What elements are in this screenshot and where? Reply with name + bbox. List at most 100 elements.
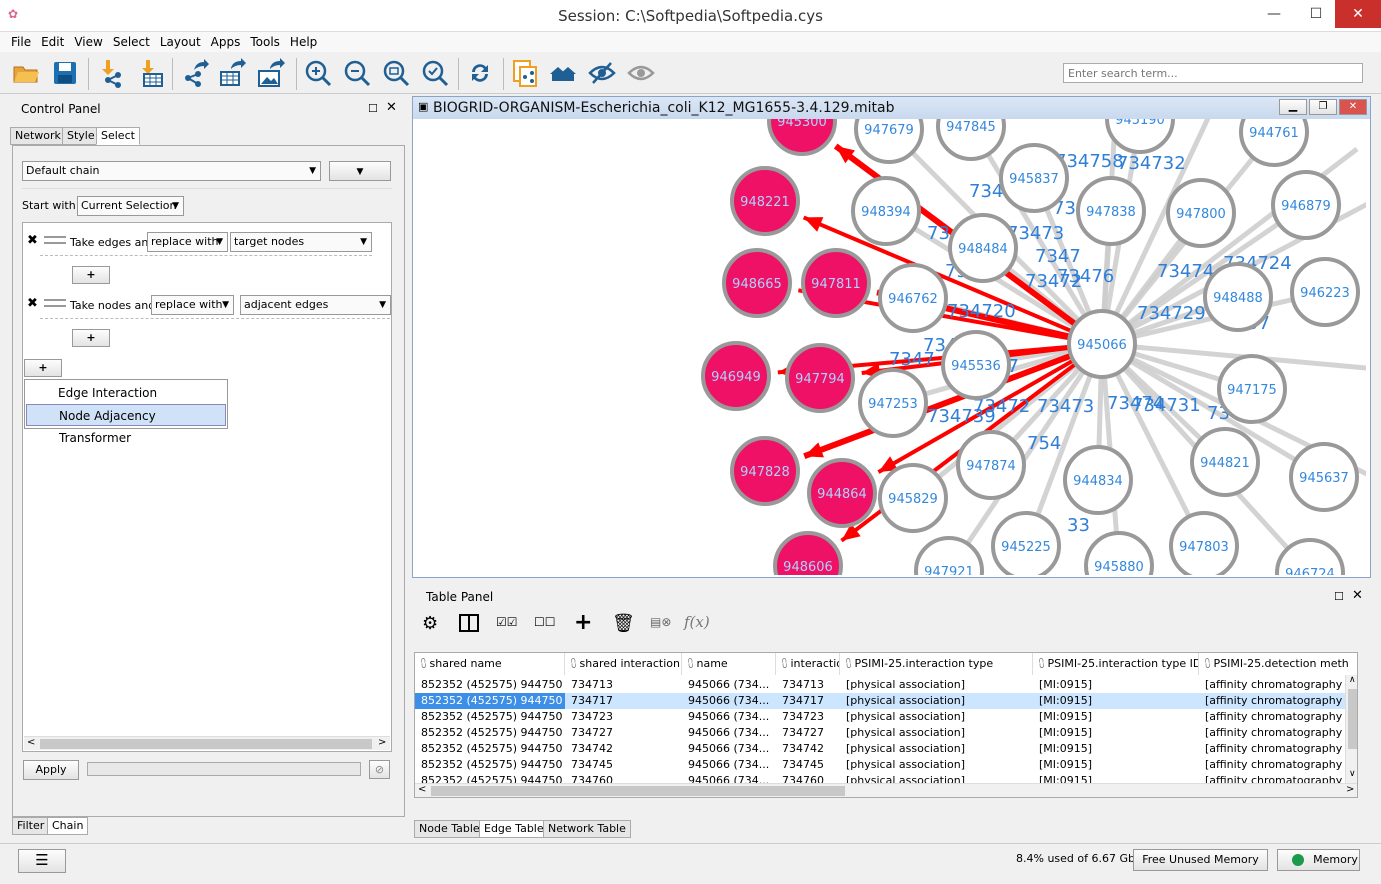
link-table-icon[interactable]: ▤⊗ <box>650 615 671 629</box>
table-row[interactable]: 852352 (452575) 944750 734742 945066 (734.… <box>415 741 1357 757</box>
table-cell[interactable]: [affinity chromatography techn <box>1199 693 1357 709</box>
menu-select[interactable]: Select <box>108 33 155 51</box>
scrollbar-thumb[interactable] <box>1348 689 1357 749</box>
network-graph[interactable]: 7347587347327347734734734737347734773476… <box>417 119 1366 575</box>
step2-target-select[interactable]: adjacent edges ▼ <box>240 295 391 315</box>
menu-tools[interactable]: Tools <box>245 33 285 51</box>
hide-icon[interactable] <box>587 58 617 88</box>
table-cell[interactable]: 945066 (734... <box>682 741 776 757</box>
free-unused-memory-button[interactable]: Free Unused Memory <box>1133 849 1268 871</box>
save-session-icon[interactable] <box>50 58 80 88</box>
table-cell[interactable]: 734727 <box>565 725 682 741</box>
step1-mode-select[interactable]: replace with ▼ <box>147 232 228 252</box>
close-panel-icon[interactable]: ✕ <box>1352 588 1363 603</box>
tab-style[interactable]: Style <box>62 127 100 145</box>
table-row[interactable]: 852352 (452575) 944750 734723 945066 (734.… <box>415 709 1357 725</box>
table-cell[interactable]: 852352 (452575) 944750 <box>415 757 565 773</box>
table-cell[interactable]: 945066 (734... <box>682 725 776 741</box>
tab-node-table[interactable]: Node Table <box>414 820 485 838</box>
remove-step-icon[interactable]: ✖ <box>27 233 38 248</box>
menu-help[interactable]: Help <box>285 33 322 51</box>
network-canvas[interactable]: 7347587347327347734734734737347734773476… <box>417 119 1366 575</box>
table-cell[interactable]: 945066 (734... <box>682 677 776 693</box>
table-cell[interactable]: 734713 <box>776 677 840 693</box>
table-cell[interactable]: [physical association] <box>840 693 1033 709</box>
menu-layout[interactable]: Layout <box>155 33 206 51</box>
table-cell[interactable]: 852352 (452575) 944750 <box>415 725 565 741</box>
tab-select[interactable]: Select <box>96 127 140 145</box>
add-column-icon[interactable]: + <box>574 610 592 635</box>
cancel-icon[interactable]: ⊘ <box>369 760 390 779</box>
column-header[interactable]: ⩇ PSIMI-25.detection meth <box>1199 653 1357 675</box>
apply-button[interactable]: Apply <box>23 760 79 780</box>
restore-view-button[interactable]: ❐ <box>1309 99 1337 115</box>
close-button[interactable]: ✕ <box>1335 0 1381 28</box>
chevron-down-icon[interactable]: ∨ <box>1349 769 1356 779</box>
table-cell[interactable]: 852352 (452575) 944750 <box>415 693 565 709</box>
start-with-select[interactable]: Current Selection ▼ <box>77 196 184 216</box>
memory-button[interactable]: Memory <box>1277 849 1360 871</box>
menu-edit[interactable]: Edit <box>36 33 69 51</box>
table-cell[interactable]: 852352 (452575) 944750 <box>415 677 565 693</box>
table-cell[interactable]: [affinity chromatography techn <box>1199 757 1357 773</box>
table-cell[interactable]: [physical association] <box>840 757 1033 773</box>
close-view-button[interactable]: ✕ <box>1339 99 1367 115</box>
table-cell[interactable]: [physical association] <box>840 741 1033 757</box>
open-session-icon[interactable] <box>11 58 41 88</box>
chevron-left-icon[interactable]: < <box>27 737 35 748</box>
menu-item-edge-interaction-transformer[interactable]: Edge Interaction Transformer <box>26 382 226 422</box>
export-table-icon[interactable] <box>217 58 247 88</box>
scrollbar-thumb[interactable] <box>40 739 372 749</box>
table-row[interactable]: 852352 (452575) 944750 734727 945066 (734.… <box>415 725 1357 741</box>
step2-mode-select[interactable]: replace with ▼ <box>151 295 234 315</box>
tab-chain[interactable]: Chain <box>47 817 89 835</box>
table-row[interactable]: 852352 (452575) 944750 734713 945066 (734.… <box>415 677 1357 693</box>
table-cell[interactable]: 734723 <box>776 709 840 725</box>
table-cell[interactable]: 734745 <box>776 757 840 773</box>
table-cell[interactable]: 734723 <box>565 709 682 725</box>
table-cell[interactable]: [MI:0915] <box>1033 709 1199 725</box>
table-row[interactable]: 852352 (452575) 944750 734717 945066 (734.… <box>415 693 1357 709</box>
table-cell[interactable]: [physical association] <box>840 725 1033 741</box>
export-image-icon[interactable] <box>256 58 286 88</box>
chain-options-button[interactable]: ▼ <box>329 161 391 181</box>
table-cell[interactable]: [MI:0915] <box>1033 677 1199 693</box>
column-header[interactable]: ⩇ name <box>682 653 776 675</box>
scrollbar-thumb[interactable] <box>431 786 845 796</box>
table-cell[interactable]: [MI:0915] <box>1033 757 1199 773</box>
add-transformer-button[interactable]: + <box>24 359 62 377</box>
import-table-icon[interactable] <box>136 58 166 88</box>
chain-horizontal-scrollbar[interactable]: < > <box>24 736 390 750</box>
zoom-fit-icon[interactable] <box>381 58 411 88</box>
gear-icon[interactable]: ⚙ <box>422 613 438 634</box>
step1-target-select[interactable]: target nodes ▼ <box>230 232 372 252</box>
tab-edge-table[interactable]: Edge Table <box>479 820 549 838</box>
chevron-right-icon[interactable]: > <box>378 737 386 748</box>
table-cell[interactable]: [MI:0915] <box>1033 693 1199 709</box>
home-icon[interactable] <box>548 58 578 88</box>
menu-file[interactable]: File <box>6 33 36 51</box>
add-subfilter-button[interactable]: + <box>72 266 110 284</box>
minimize-view-button[interactable]: ▁ <box>1279 99 1307 115</box>
table-cell[interactable]: 734717 <box>565 693 682 709</box>
chevron-up-icon[interactable]: ∧ <box>1349 675 1356 685</box>
table-cell[interactable]: [physical association] <box>840 677 1033 693</box>
add-subfilter-button[interactable]: + <box>72 329 110 347</box>
table-cell[interactable]: [affinity chromatography techn <box>1199 741 1357 757</box>
table-cell[interactable]: 734713 <box>565 677 682 693</box>
table-cell[interactable]: 945066 (734... <box>682 757 776 773</box>
float-panel-icon[interactable]: ☐ <box>368 102 378 115</box>
column-header[interactable]: ⩇ shared interaction <box>565 653 682 675</box>
menu-view[interactable]: View <box>69 33 107 51</box>
drag-handle-icon[interactable] <box>44 236 66 244</box>
tab-filter[interactable]: Filter <box>12 817 50 835</box>
column-header[interactable]: ⩇ PSIMI-25.interaction type ID <box>1033 653 1199 675</box>
table-cell[interactable]: [affinity chromatography techn <box>1199 677 1357 693</box>
table-cell[interactable]: 734742 <box>565 741 682 757</box>
new-network-from-selection-icon[interactable] <box>510 58 540 88</box>
menu-item-node-adjacency-transformer[interactable]: Node Adjacency Transformer <box>26 404 226 445</box>
table-horizontal-scrollbar[interactable]: < > <box>415 783 1357 797</box>
function-builder-icon[interactable]: f(x) <box>684 613 710 631</box>
export-network-icon[interactable] <box>180 58 210 88</box>
minimize-button[interactable]: — <box>1259 0 1289 28</box>
